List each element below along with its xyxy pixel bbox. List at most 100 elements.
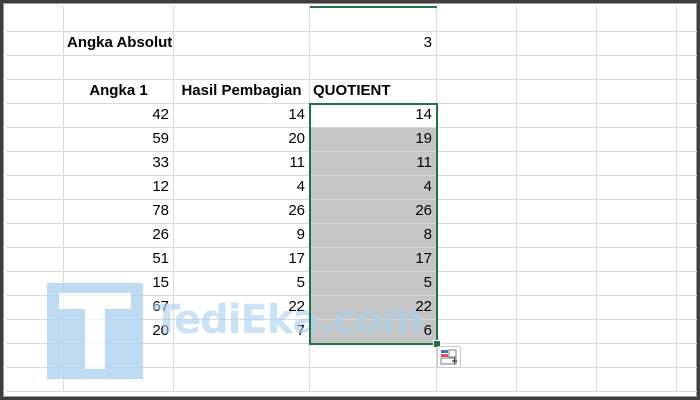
grid-cell[interactable] bbox=[6, 6, 64, 32]
header-quotient[interactable]: QUOTIENT bbox=[310, 80, 437, 104]
grid-cell[interactable] bbox=[517, 152, 597, 176]
grid-cell[interactable] bbox=[437, 104, 517, 128]
grid-cell[interactable] bbox=[437, 32, 517, 56]
angka1-cell[interactable]: 78 bbox=[64, 200, 174, 224]
grid-cell[interactable] bbox=[437, 200, 517, 224]
absolute-label-cell[interactable]: Angka Absolut bbox=[64, 32, 174, 56]
grid-cell[interactable] bbox=[6, 248, 64, 272]
hasil-cell[interactable]: 14 bbox=[174, 104, 310, 128]
quotient-cell[interactable]: 4 bbox=[310, 176, 437, 200]
grid-cell[interactable] bbox=[437, 320, 517, 344]
quotient-cell[interactable]: 8 bbox=[310, 224, 437, 248]
grid-cell[interactable] bbox=[6, 56, 64, 80]
grid-cell[interactable] bbox=[6, 32, 64, 56]
grid-cell[interactable] bbox=[677, 320, 697, 344]
grid-cell[interactable] bbox=[437, 56, 517, 80]
grid-cell[interactable] bbox=[6, 200, 64, 224]
grid-cell[interactable] bbox=[597, 272, 677, 296]
grid-cell[interactable] bbox=[64, 6, 174, 32]
grid-cell[interactable] bbox=[517, 32, 597, 56]
grid-cell[interactable] bbox=[6, 128, 64, 152]
grid-cell[interactable] bbox=[677, 32, 697, 56]
grid-cell[interactable] bbox=[677, 272, 697, 296]
grid-cell[interactable] bbox=[517, 6, 597, 32]
grid-cell[interactable] bbox=[597, 176, 677, 200]
header-hasil-pembagian[interactable]: Hasil Pembagian bbox=[174, 80, 310, 104]
grid-cell[interactable] bbox=[677, 128, 697, 152]
quotient-cell[interactable]: 11 bbox=[310, 152, 437, 176]
grid-cell[interactable] bbox=[677, 104, 697, 128]
grid-cell[interactable] bbox=[517, 128, 597, 152]
angka1-cell[interactable]: 51 bbox=[64, 248, 174, 272]
grid-cell[interactable] bbox=[677, 296, 697, 320]
grid-cell[interactable] bbox=[677, 368, 697, 392]
grid-cell[interactable] bbox=[677, 248, 697, 272]
grid-cell[interactable] bbox=[517, 296, 597, 320]
grid-cell[interactable] bbox=[677, 176, 697, 200]
grid-cell[interactable] bbox=[597, 56, 677, 80]
grid-cell[interactable] bbox=[597, 224, 677, 248]
grid-cell[interactable] bbox=[517, 80, 597, 104]
grid-cell[interactable] bbox=[677, 80, 697, 104]
grid-cell[interactable] bbox=[597, 6, 677, 32]
grid-cell[interactable] bbox=[310, 368, 437, 392]
grid-cell[interactable] bbox=[517, 368, 597, 392]
angka1-cell[interactable]: 12 bbox=[64, 176, 174, 200]
grid-cell[interactable] bbox=[677, 200, 697, 224]
angka1-cell[interactable]: 59 bbox=[64, 128, 174, 152]
grid-cell[interactable] bbox=[597, 32, 677, 56]
grid-cell[interactable] bbox=[310, 56, 437, 80]
grid-cell[interactable] bbox=[517, 272, 597, 296]
grid-cell[interactable] bbox=[597, 368, 677, 392]
grid-cell[interactable] bbox=[174, 368, 310, 392]
grid-cell[interactable] bbox=[597, 344, 677, 368]
hasil-cell[interactable]: 11 bbox=[174, 152, 310, 176]
grid-cell[interactable] bbox=[437, 152, 517, 176]
quotient-cell[interactable]: 19 bbox=[310, 128, 437, 152]
grid-cell[interactable] bbox=[517, 104, 597, 128]
grid-cell[interactable] bbox=[64, 56, 174, 80]
grid-cell[interactable] bbox=[517, 320, 597, 344]
hasil-cell[interactable]: 5 bbox=[174, 272, 310, 296]
grid-cell[interactable] bbox=[6, 176, 64, 200]
grid-cell[interactable] bbox=[517, 248, 597, 272]
grid-cell[interactable] bbox=[310, 6, 437, 32]
hasil-cell[interactable]: 17 bbox=[174, 248, 310, 272]
header-angka1[interactable]: Angka 1 bbox=[64, 80, 174, 104]
grid-cell[interactable] bbox=[437, 176, 517, 200]
grid-cell[interactable] bbox=[6, 104, 64, 128]
quotient-cell[interactable]: 6 bbox=[310, 320, 437, 344]
hasil-cell[interactable]: 4 bbox=[174, 176, 310, 200]
grid-cell[interactable] bbox=[597, 200, 677, 224]
grid-cell[interactable] bbox=[6, 80, 64, 104]
grid-cell[interactable] bbox=[597, 320, 677, 344]
grid-cell[interactable] bbox=[174, 6, 310, 32]
grid-cell[interactable] bbox=[677, 6, 697, 32]
grid-cell[interactable] bbox=[597, 104, 677, 128]
hasil-cell[interactable]: 26 bbox=[174, 200, 310, 224]
grid-cell[interactable] bbox=[6, 152, 64, 176]
quotient-cell[interactable]: 5 bbox=[310, 272, 437, 296]
grid-cell[interactable] bbox=[517, 176, 597, 200]
hasil-cell[interactable]: 7 bbox=[174, 320, 310, 344]
angka1-cell[interactable]: 33 bbox=[64, 152, 174, 176]
grid-cell[interactable] bbox=[677, 224, 697, 248]
grid-cell[interactable] bbox=[437, 272, 517, 296]
grid-cell[interactable] bbox=[597, 152, 677, 176]
grid-cell[interactable] bbox=[437, 296, 517, 320]
hasil-cell[interactable]: 20 bbox=[174, 128, 310, 152]
grid-cell[interactable] bbox=[517, 224, 597, 248]
grid-cell[interactable] bbox=[6, 224, 64, 248]
grid-cell[interactable] bbox=[677, 152, 697, 176]
angka1-cell[interactable]: 42 bbox=[64, 104, 174, 128]
angka1-cell[interactable]: 26 bbox=[64, 224, 174, 248]
grid-cell[interactable] bbox=[174, 56, 310, 80]
hasil-cell[interactable]: 22 bbox=[174, 296, 310, 320]
grid-cell[interactable] bbox=[517, 344, 597, 368]
grid-cell[interactable] bbox=[437, 128, 517, 152]
grid-cell[interactable] bbox=[597, 80, 677, 104]
grid-cell[interactable] bbox=[677, 56, 697, 80]
grid-cell[interactable] bbox=[437, 224, 517, 248]
grid-cell[interactable] bbox=[174, 344, 310, 368]
grid-cell[interactable] bbox=[437, 6, 517, 32]
